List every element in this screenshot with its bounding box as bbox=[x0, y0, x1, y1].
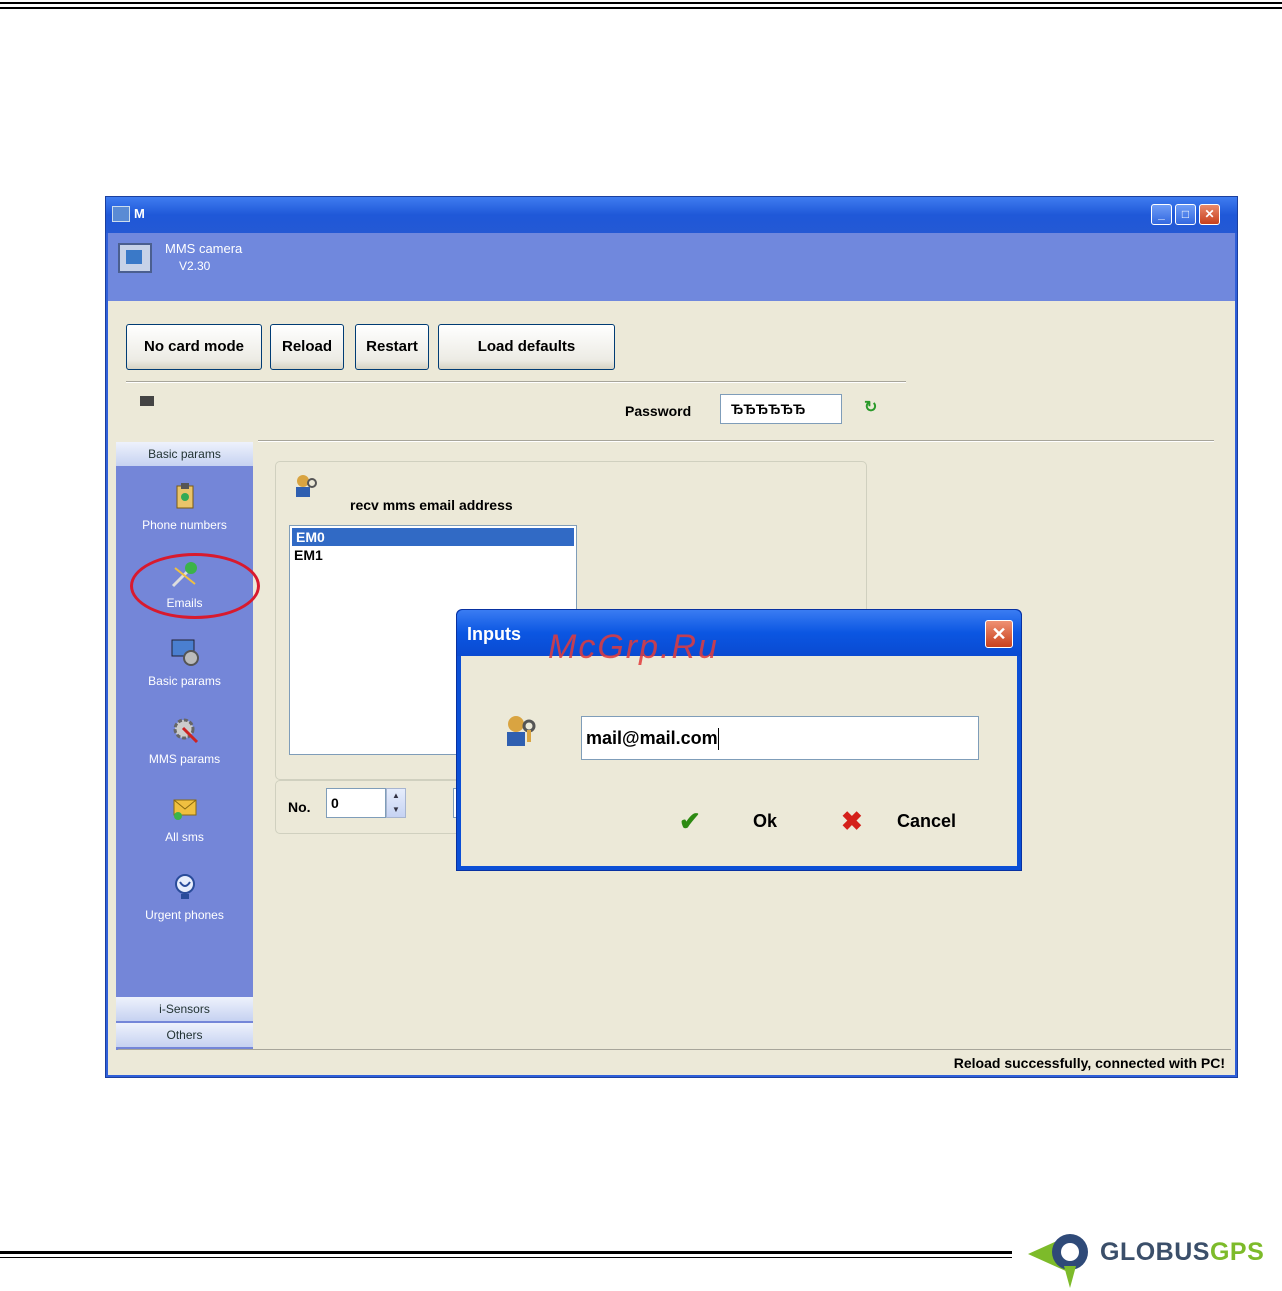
password-field[interactable]: ЂЂЂЂЂЂ bbox=[720, 394, 842, 424]
maximize-button[interactable]: □ bbox=[1175, 204, 1196, 225]
status-text: Reload successfully, connected with PC! bbox=[953, 1055, 1225, 1071]
dialog-title: Inputs bbox=[467, 624, 521, 644]
sidebar-item-mms-params[interactable]: MMS params bbox=[116, 714, 253, 766]
cancel-button[interactable]: ✖ Cancel bbox=[841, 806, 991, 840]
list-item[interactable]: EM0 bbox=[292, 528, 574, 546]
user-key-icon bbox=[507, 716, 536, 746]
ok-label: Ok bbox=[753, 811, 778, 831]
status-bar: Reload successfully, connected with PC! bbox=[118, 1049, 1231, 1074]
list-item[interactable]: EM1 bbox=[290, 546, 576, 564]
sidebar-item-label: Phone numbers bbox=[142, 518, 227, 532]
network-icon bbox=[140, 396, 154, 406]
gear-pen-icon bbox=[173, 718, 198, 744]
restart-button[interactable]: Restart bbox=[355, 324, 429, 370]
header-rule-thin bbox=[0, 7, 1282, 9]
number-input[interactable]: 0 bbox=[326, 788, 386, 818]
sidebar-item-label: Urgent phones bbox=[145, 908, 224, 922]
clipboard-icon bbox=[176, 483, 193, 509]
email-input[interactable]: mail@mail.com bbox=[581, 716, 979, 760]
reload-button[interactable]: Reload bbox=[270, 324, 344, 370]
sidebar: Basic params Phone numbers Emails Basic … bbox=[116, 442, 260, 1050]
no-card-mode-button[interactable]: No card mode bbox=[126, 324, 262, 370]
number-label: No. bbox=[288, 799, 311, 815]
sidebar-header-i-sensors[interactable]: i-Sensors bbox=[116, 997, 253, 1021]
sidebar-item-basic-params[interactable]: Basic params bbox=[116, 636, 253, 688]
watermark: McGrp.Ru bbox=[548, 628, 719, 666]
toolbar-divider bbox=[126, 381, 906, 383]
number-spinner[interactable]: ▲ ▼ bbox=[386, 788, 406, 818]
dialog-close-button[interactable]: ✕ bbox=[985, 620, 1013, 648]
dialog-title-bar[interactable]: Inputs ✕ bbox=[457, 610, 1021, 656]
email-input-value: mail@mail.com bbox=[586, 728, 718, 748]
user-key-icon bbox=[296, 475, 317, 497]
text-cursor bbox=[717, 728, 719, 751]
sidebar-header-others[interactable]: Others bbox=[116, 1023, 253, 1047]
monitor-gear-icon bbox=[171, 639, 199, 666]
app-header: MMS camera V2.30 bbox=[108, 233, 1235, 301]
header-rule bbox=[0, 2, 1282, 4]
phone-icon bbox=[174, 874, 195, 899]
title-bar[interactable]: M _ □ ✕ bbox=[106, 197, 1237, 233]
app-name: MMS camera bbox=[165, 241, 243, 256]
highlight-circle bbox=[130, 553, 260, 619]
cancel-label: Cancel bbox=[897, 811, 957, 831]
inputs-dialog: Inputs ✕ mail@mail.com ✔ Ok ✖ Cancel bbox=[456, 609, 1022, 871]
refresh-arrow-icon[interactable]: ↻ bbox=[864, 397, 877, 417]
sidebar-item-label: All sms bbox=[165, 830, 204, 844]
app-version: V2.30 bbox=[179, 259, 211, 273]
footer-rule-thin bbox=[0, 1257, 1012, 1258]
sidebar-item-phone-numbers[interactable]: Phone numbers bbox=[116, 480, 253, 532]
dialog-body: mail@mail.com ✔ Ok ✖ Cancel bbox=[461, 656, 1017, 866]
app-icon bbox=[112, 206, 130, 222]
globusgps-logo: GLOBUSGPS bbox=[1028, 1220, 1282, 1290]
email-group-label: recv mms email address bbox=[350, 497, 513, 513]
spin-down-icon[interactable]: ▼ bbox=[387, 803, 405, 817]
spin-up-icon[interactable]: ▲ bbox=[387, 789, 405, 803]
load-defaults-button[interactable]: Load defaults bbox=[438, 324, 615, 370]
ok-button[interactable]: ✔ Ok bbox=[679, 806, 799, 840]
checkmark-icon: ✔ bbox=[679, 806, 701, 836]
globe-pin-icon bbox=[1028, 1234, 1088, 1288]
sidebar-item-label: Basic params bbox=[148, 674, 221, 688]
sidebar-item-label: MMS params bbox=[148, 752, 221, 766]
sidebar-item-all-sms[interactable]: All sms bbox=[116, 792, 253, 844]
password-label: Password bbox=[625, 403, 692, 419]
cross-icon: ✖ bbox=[841, 806, 863, 836]
logo-text: GLOBUSGPS bbox=[1100, 1238, 1265, 1266]
minimize-button[interactable]: _ bbox=[1151, 204, 1172, 225]
sidebar-header-basic-params[interactable]: Basic params bbox=[116, 442, 253, 466]
footer-rule bbox=[0, 1251, 1012, 1254]
sidebar-item-urgent-phones[interactable]: Urgent phones bbox=[116, 870, 253, 922]
envelope-icon bbox=[173, 799, 196, 820]
close-button[interactable]: ✕ bbox=[1199, 204, 1220, 225]
computer-icon bbox=[118, 243, 152, 273]
content-divider bbox=[258, 440, 1214, 442]
window-title: M bbox=[134, 206, 145, 221]
